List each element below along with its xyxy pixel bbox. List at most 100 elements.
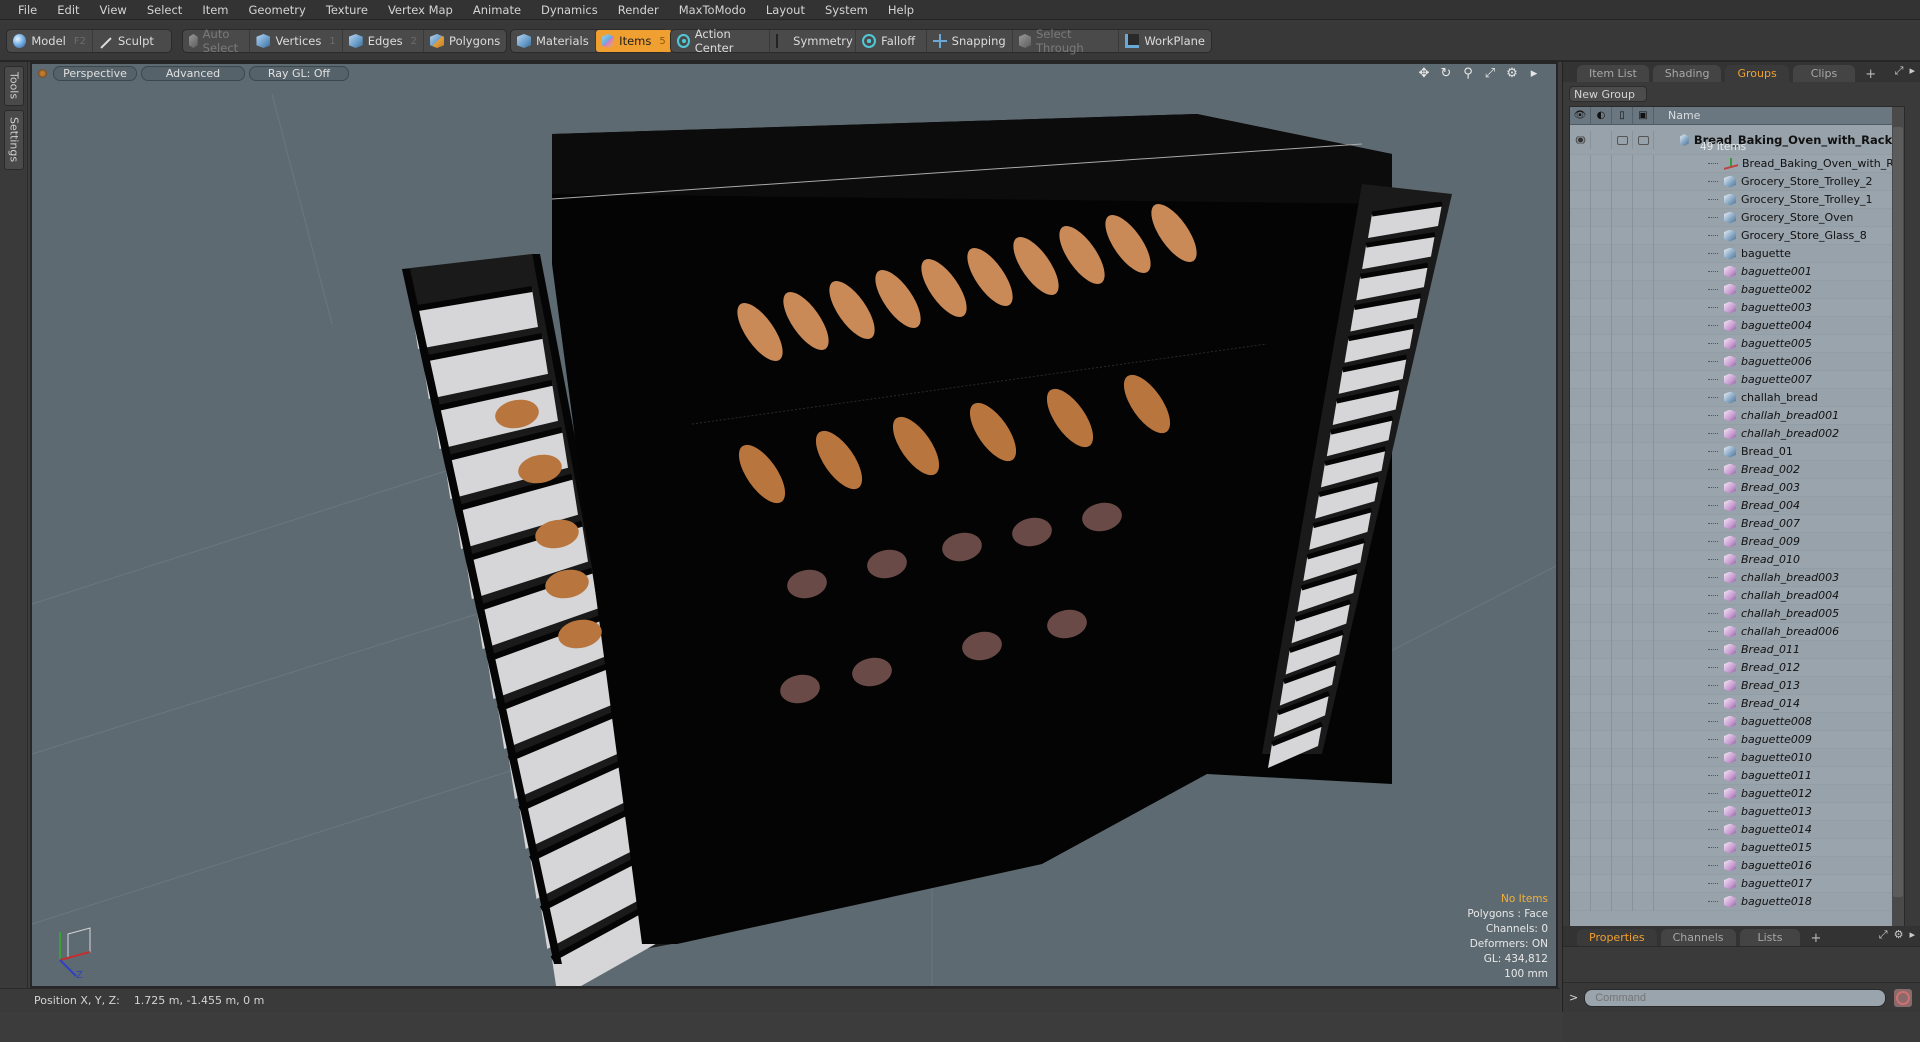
record-macro-icon[interactable] bbox=[1894, 988, 1913, 1007]
menu-render[interactable]: Render bbox=[608, 3, 669, 17]
row-toggle-column[interactable] bbox=[1591, 694, 1612, 713]
row-toggle-column[interactable] bbox=[1633, 712, 1654, 731]
row-toggle-column[interactable] bbox=[1591, 190, 1612, 209]
row-toggle-column[interactable] bbox=[1633, 442, 1654, 461]
row-toggle-column[interactable] bbox=[1570, 154, 1591, 173]
row-toggle-column[interactable] bbox=[1570, 856, 1591, 875]
row-toggle-column[interactable] bbox=[1591, 802, 1612, 821]
new-group-button[interactable]: New Group bbox=[1569, 86, 1647, 102]
list-item[interactable]: baguette001 bbox=[1570, 262, 1904, 281]
menu-layout[interactable]: Layout bbox=[756, 3, 815, 17]
row-toggle-column[interactable] bbox=[1591, 586, 1612, 605]
list-item[interactable]: baguette002 bbox=[1570, 280, 1904, 299]
row-toggle-column[interactable] bbox=[1591, 712, 1612, 731]
row-toggle-column[interactable] bbox=[1612, 784, 1633, 803]
row-toggle-column[interactable] bbox=[1570, 784, 1591, 803]
workplane-button[interactable]: WorkPlane bbox=[1119, 30, 1211, 52]
row-toggle-column[interactable] bbox=[1570, 496, 1591, 515]
row-toggle-column[interactable] bbox=[1591, 352, 1612, 371]
row-toggle-column[interactable] bbox=[1633, 658, 1654, 677]
row-toggle-column[interactable] bbox=[1570, 802, 1591, 821]
row-toggle-column[interactable] bbox=[1633, 424, 1654, 443]
row-toggle-column[interactable] bbox=[1591, 262, 1612, 281]
row-toggle-column[interactable] bbox=[1591, 442, 1612, 461]
row-toggle-column[interactable] bbox=[1633, 568, 1654, 587]
list-item[interactable]: baguette006 bbox=[1570, 352, 1904, 371]
row-toggle-column[interactable] bbox=[1612, 334, 1633, 353]
row-toggle-column[interactable] bbox=[1612, 604, 1633, 623]
row-toggle-column[interactable] bbox=[1612, 460, 1633, 479]
list-item[interactable]: baguette017 bbox=[1570, 874, 1904, 893]
row-toggle-column[interactable] bbox=[1633, 406, 1654, 425]
list-item[interactable]: baguette004 bbox=[1570, 316, 1904, 335]
row-toggle-column[interactable] bbox=[1570, 406, 1591, 425]
row-toggle-column[interactable] bbox=[1612, 676, 1633, 695]
row-toggle-column[interactable] bbox=[1591, 514, 1612, 533]
row-toggle-column[interactable] bbox=[1612, 658, 1633, 677]
render-column-icon[interactable]: ◐ bbox=[1591, 107, 1612, 125]
snapping-button[interactable]: Snapping bbox=[927, 30, 1013, 52]
lock-column-icon[interactable]: ▯ bbox=[1612, 107, 1633, 125]
row-toggle-column[interactable] bbox=[1570, 172, 1591, 191]
row-toggle-column[interactable] bbox=[1612, 874, 1633, 893]
materials-button[interactable]: Materials bbox=[511, 30, 596, 52]
row-toggle-column[interactable] bbox=[1591, 406, 1612, 425]
row-toggle-column[interactable] bbox=[1612, 316, 1633, 335]
rotate-icon[interactable]: ↻ bbox=[1438, 66, 1454, 82]
row-toggle-column[interactable] bbox=[1612, 442, 1633, 461]
row-toggle-column[interactable] bbox=[1570, 658, 1591, 677]
list-item[interactable]: Bread_002 bbox=[1570, 460, 1904, 479]
row-toggle-column[interactable] bbox=[1612, 262, 1633, 281]
list-item[interactable]: baguette009 bbox=[1570, 730, 1904, 749]
tab-groups[interactable]: Groups bbox=[1725, 65, 1789, 82]
menu-select[interactable]: Select bbox=[137, 3, 192, 17]
ray-gl-button[interactable]: Ray GL: Off bbox=[249, 65, 349, 81]
row-toggle-column[interactable] bbox=[1612, 172, 1633, 191]
row-toggle-column[interactable] bbox=[1633, 154, 1654, 173]
list-item[interactable]: challah_bread001 bbox=[1570, 406, 1904, 425]
row-toggle-column[interactable] bbox=[1633, 280, 1654, 299]
row-toggle-column[interactable] bbox=[1633, 586, 1654, 605]
row-toggle-column[interactable] bbox=[1612, 838, 1633, 857]
list-item[interactable]: Bread_013 bbox=[1570, 676, 1904, 695]
row-toggle-column[interactable] bbox=[1633, 550, 1654, 569]
row-toggle-column[interactable] bbox=[1612, 622, 1633, 641]
row-toggle-column[interactable] bbox=[1570, 730, 1591, 749]
list-item[interactable]: baguette011 bbox=[1570, 766, 1904, 785]
row-toggle-column[interactable] bbox=[1612, 280, 1633, 299]
edges-button[interactable]: Edges 2 bbox=[343, 30, 425, 52]
row-toggle-column[interactable] bbox=[1591, 748, 1612, 767]
row-toggle-column[interactable] bbox=[1570, 838, 1591, 857]
row-toggle-column[interactable] bbox=[1591, 874, 1612, 893]
row-toggle-column[interactable] bbox=[1633, 496, 1654, 515]
row-toggle-column[interactable] bbox=[1612, 244, 1633, 263]
row-toggle-column[interactable] bbox=[1570, 568, 1591, 587]
row-toggle-column[interactable] bbox=[1612, 640, 1633, 659]
select-through-button[interactable]: Select Through bbox=[1013, 27, 1120, 55]
group-select-toggle[interactable] bbox=[1633, 130, 1654, 149]
list-item[interactable]: Grocery_Store_Oven bbox=[1570, 208, 1904, 227]
list-item[interactable]: challah_bread006 bbox=[1570, 622, 1904, 641]
row-toggle-column[interactable] bbox=[1633, 244, 1654, 263]
row-toggle-column[interactable] bbox=[1570, 352, 1591, 371]
list-item[interactable]: baguette007 bbox=[1570, 370, 1904, 389]
row-toggle-column[interactable] bbox=[1612, 532, 1633, 551]
row-toggle-column[interactable] bbox=[1612, 406, 1633, 425]
row-toggle-column[interactable] bbox=[1633, 640, 1654, 659]
row-toggle-column[interactable] bbox=[1570, 640, 1591, 659]
list-item[interactable]: challah_bread002 bbox=[1570, 424, 1904, 443]
row-toggle-column[interactable] bbox=[1612, 190, 1633, 209]
row-toggle-column[interactable] bbox=[1570, 550, 1591, 569]
menu-dynamics[interactable]: Dynamics bbox=[531, 3, 608, 17]
group-row[interactable]: Bread_Baking_Oven_with_Racks ( ... 49 It… bbox=[1570, 125, 1904, 155]
row-toggle-column[interactable] bbox=[1612, 856, 1633, 875]
list-item[interactable]: Grocery_Store_Glass_8 bbox=[1570, 226, 1904, 245]
row-toggle-column[interactable] bbox=[1570, 586, 1591, 605]
row-toggle-column[interactable] bbox=[1633, 478, 1654, 497]
row-toggle-column[interactable] bbox=[1633, 730, 1654, 749]
row-toggle-column[interactable] bbox=[1633, 802, 1654, 821]
row-toggle-column[interactable] bbox=[1591, 460, 1612, 479]
command-input[interactable] bbox=[1584, 988, 1887, 1007]
row-toggle-column[interactable] bbox=[1612, 388, 1633, 407]
sculpt-button[interactable]: Sculpt bbox=[93, 30, 160, 52]
